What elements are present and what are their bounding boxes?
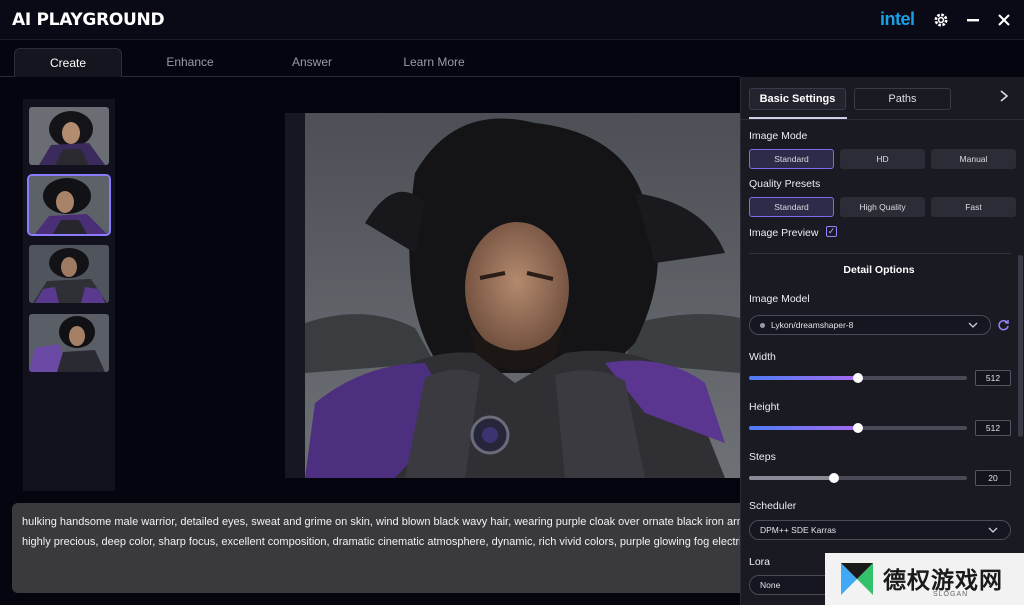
minimize-icon[interactable] — [963, 10, 983, 30]
tab-create[interactable]: Create — [14, 48, 122, 77]
quality-presets-label: Quality Presets — [749, 178, 821, 190]
steps-slider-thumb[interactable] — [829, 473, 840, 483]
watermark-text: 德权游戏网 — [883, 568, 1003, 594]
steps-slider[interactable] — [749, 473, 967, 483]
lora-value: None — [760, 580, 781, 590]
thumbnail-2[interactable] — [27, 174, 111, 236]
image-mode-standard[interactable]: Standard — [749, 149, 834, 169]
watermark: 德权游戏网 SLOGAN — [825, 553, 1024, 605]
chevron-down-icon — [988, 521, 998, 545]
image-mode-label: Image Mode — [749, 130, 808, 142]
thumbnail-4[interactable] — [29, 314, 109, 372]
steps-slider-fill — [749, 476, 835, 480]
width-value[interactable]: 512 — [975, 370, 1011, 386]
height-slider-thumb[interactable] — [853, 423, 863, 433]
quality-standard[interactable]: Standard — [749, 197, 834, 217]
close-icon[interactable] — [994, 10, 1014, 30]
height-slider[interactable] — [749, 423, 967, 433]
watermark-logo-icon — [841, 563, 873, 595]
tab-basic-settings[interactable]: Basic Settings — [749, 88, 846, 110]
image-mode-hd[interactable]: HD — [840, 149, 925, 169]
chevron-down-icon — [968, 316, 978, 340]
settings-panel: Basic Settings Paths Image Mode Standard… — [740, 77, 1024, 605]
image-model-value: Lykon/dreamshaper-8 — [771, 320, 854, 330]
image-mode-manual[interactable]: Manual — [931, 149, 1016, 169]
prompt-input[interactable]: hulking handsome male warrior, detailed … — [12, 503, 740, 593]
chevron-right-icon[interactable] — [999, 89, 1009, 105]
quality-fast[interactable]: Fast — [931, 197, 1016, 217]
thumbnail-list — [23, 99, 115, 491]
model-status-dot — [760, 323, 765, 329]
section-divider — [749, 253, 1011, 254]
width-slider[interactable] — [749, 373, 967, 383]
prompt-line-2: highly precious, deep color, sharp focus… — [22, 536, 740, 548]
tab-answer[interactable]: Answer — [258, 48, 366, 77]
watermark-slogan: SLOGAN — [933, 591, 969, 598]
lora-label: Lora — [749, 556, 771, 568]
scheduler-label: Scheduler — [749, 500, 797, 512]
intel-logo: intel — [880, 9, 915, 29]
app-title: AI PLAYGROUND — [12, 10, 165, 30]
thumbnail-3[interactable] — [29, 245, 109, 303]
width-slider-fill — [749, 376, 858, 380]
title-bar: AI PLAYGROUND intel — [0, 0, 1024, 40]
image-preview-label: Image Preview — [749, 227, 819, 239]
tab-paths[interactable]: Paths — [854, 88, 951, 110]
height-slider-fill — [749, 426, 858, 430]
panel-divider — [741, 119, 1024, 120]
quality-high[interactable]: High Quality — [840, 197, 925, 217]
scheduler-value: DPM++ SDE Karras — [760, 525, 837, 535]
main-tabs: Create Enhance Answer Learn More — [0, 40, 740, 77]
panel-scrollbar[interactable] — [1018, 255, 1023, 437]
steps-label: Steps — [749, 451, 776, 463]
image-preview-checkbox[interactable]: ✓ — [826, 226, 837, 237]
steps-value[interactable]: 20 — [975, 470, 1011, 486]
image-model-select[interactable]: Lykon/dreamshaper-8 — [749, 315, 991, 335]
refresh-icon[interactable] — [997, 319, 1010, 335]
image-model-label: Image Model — [749, 293, 810, 305]
width-slider-thumb[interactable] — [853, 373, 863, 383]
width-label: Width — [749, 351, 776, 363]
height-value[interactable]: 512 — [975, 420, 1011, 436]
height-label: Height — [749, 401, 780, 413]
thumbnail-1[interactable] — [29, 107, 109, 165]
gear-icon[interactable] — [931, 10, 951, 30]
detail-options-title: Detail Options — [843, 264, 915, 276]
prompt-line-1: hulking handsome male warrior, detailed … — [22, 516, 740, 528]
tab-learn-more[interactable]: Learn More — [380, 48, 488, 77]
scheduler-select[interactable]: DPM++ SDE Karras — [749, 520, 1011, 540]
generated-image — [305, 113, 740, 478]
tab-enhance[interactable]: Enhance — [136, 48, 244, 77]
